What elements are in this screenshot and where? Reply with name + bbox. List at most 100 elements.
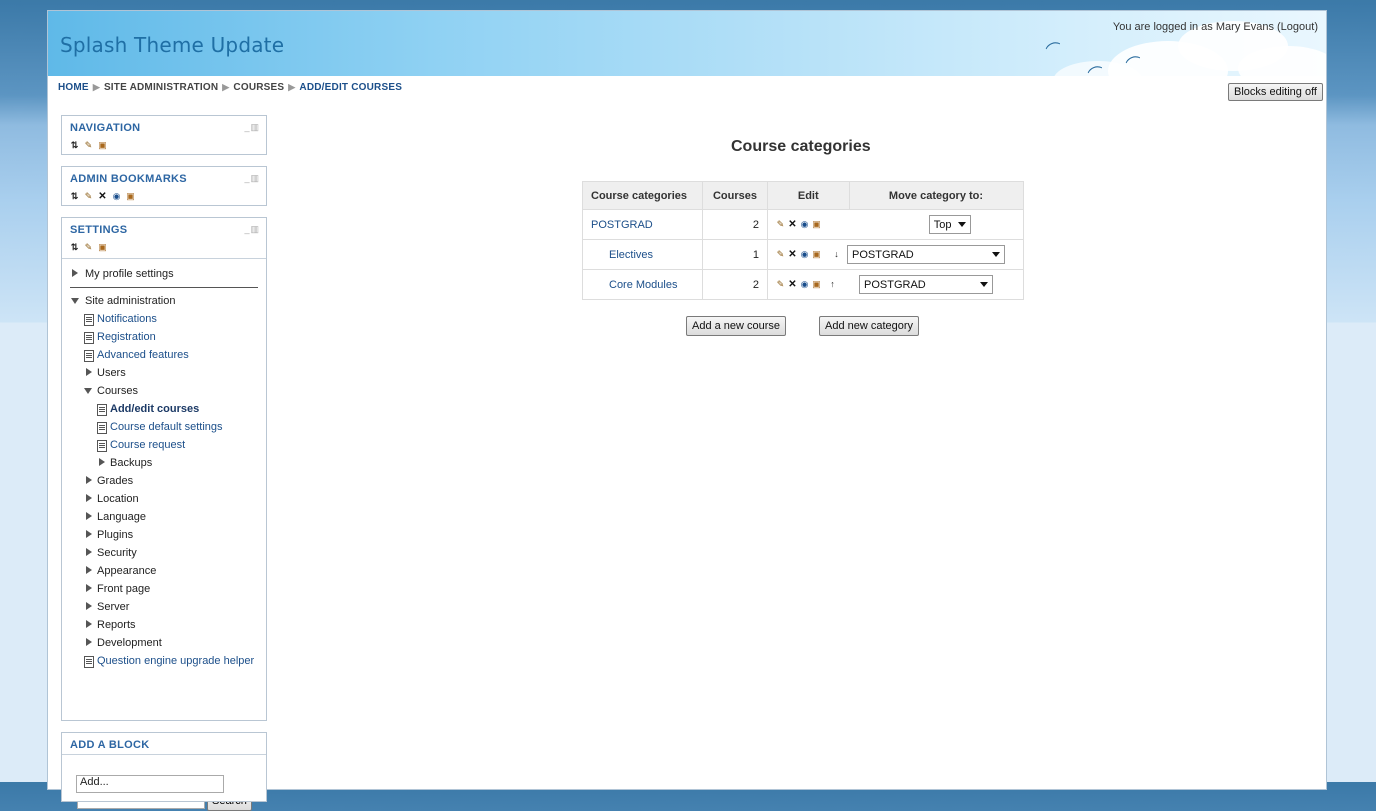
tree-item-site-administration[interactable]: Site administration <box>70 292 258 310</box>
assign-roles-icon[interactable]: ▣ <box>812 280 821 289</box>
delete-icon[interactable]: ✕ <box>788 220 797 230</box>
assign-roles-icon[interactable]: ▣ <box>812 250 821 259</box>
breadcrumb-site-administration[interactable]: SITE ADMINISTRATION <box>104 82 218 93</box>
edit-cell: ✎ ✕ ◉ ▣ <box>767 209 849 240</box>
tree-divider <box>70 287 258 288</box>
page-icon <box>97 422 107 434</box>
user-name-link[interactable]: Mary Evans <box>1216 21 1274 33</box>
tree-item-grades[interactable]: Grades <box>70 472 258 490</box>
tree-item-security[interactable]: Security <box>70 544 258 562</box>
move-down-icon[interactable]: ↓ <box>832 250 841 259</box>
move-icon[interactable]: ⇅ <box>70 191 79 201</box>
breadcrumb: HOME ▶ SITE ADMINISTRATION ▶ COURSES ▶ ADD/EDI… <box>58 82 402 93</box>
hide-icon[interactable]: ◉ <box>112 191 121 201</box>
navigation-block-controls: ⇅ ✎ ▣ <box>62 138 266 152</box>
column-header-courses: Courses <box>702 181 768 210</box>
edit-cell: ✎ ✕ ◉ ▣ ↓ <box>767 239 849 270</box>
breadcrumb-home[interactable]: HOME <box>58 82 89 93</box>
move-icon[interactable]: ⇅ <box>70 140 79 150</box>
page-icon <box>84 656 94 668</box>
move-icon[interactable]: ⇅ <box>70 242 79 252</box>
assign-roles-icon[interactable]: ▣ <box>98 140 107 150</box>
tree-item-question-engine[interactable]: Question engine upgrade helper <box>70 652 258 670</box>
add-new-course-button[interactable]: Add a new course <box>686 316 787 336</box>
tree-item-language[interactable]: Language <box>70 508 258 526</box>
site-title[interactable]: Splash Theme Update <box>60 33 284 57</box>
page-icon <box>84 332 94 344</box>
navigation-block-title: NAVIGATION <box>70 122 141 134</box>
assign-roles-icon[interactable]: ▣ <box>812 220 821 229</box>
course-categories-table: Course categories Courses Edit Move cate… <box>582 181 1024 300</box>
move-up-icon[interactable]: ↑ <box>828 280 837 289</box>
tree-item-registration[interactable]: Registration <box>70 328 258 346</box>
tree-item-users[interactable]: Users <box>70 364 258 382</box>
edit-icon[interactable]: ✎ <box>84 140 93 150</box>
category-link[interactable]: POSTGRAD <box>591 219 653 231</box>
delete-icon[interactable]: ✕ <box>788 280 797 290</box>
expand-arrow-icon <box>86 530 92 538</box>
dropdown-arrow-icon <box>980 282 988 287</box>
block-collapse-icon[interactable]: _▥ <box>244 224 260 235</box>
assign-roles-icon[interactable]: ▣ <box>98 242 107 252</box>
add-new-category-button[interactable]: Add new category <box>819 316 920 336</box>
category-link[interactable]: Core Modules <box>609 279 677 291</box>
expand-arrow-icon <box>86 368 92 376</box>
edit-cell: ✎ ✕ ◉ ▣ ↑ <box>767 269 849 300</box>
block-collapse-icon[interactable]: _▥ <box>244 122 260 133</box>
edit-icon[interactable]: ✎ <box>84 191 93 201</box>
tree-item-course-default-settings[interactable]: Course default settings <box>70 418 258 436</box>
tree-item-plugins[interactable]: Plugins <box>70 526 258 544</box>
tree-item-development[interactable]: Development <box>70 634 258 652</box>
tree-item-backups[interactable]: Backups <box>70 454 258 472</box>
edit-icon[interactable]: ✎ <box>776 250 785 259</box>
hide-icon[interactable]: ◉ <box>800 220 809 229</box>
breadcrumb-separator-icon: ▶ <box>288 82 296 92</box>
tree-item-course-request[interactable]: Course request <box>70 436 258 454</box>
tree-item-advanced-features[interactable]: Advanced features <box>70 346 258 364</box>
edit-icon[interactable]: ✎ <box>776 220 785 229</box>
expand-arrow-icon <box>72 269 78 277</box>
course-count: 2 <box>702 269 768 300</box>
expand-arrow-icon <box>86 548 92 556</box>
tree-item-reports[interactable]: Reports <box>70 616 258 634</box>
expand-arrow-icon <box>86 476 92 484</box>
dropdown-arrow-icon <box>992 252 1000 257</box>
edit-icon[interactable]: ✎ <box>776 280 785 289</box>
edit-icon[interactable]: ✎ <box>84 242 93 252</box>
add-block-select[interactable]: Add... <box>76 775 224 793</box>
move-category-select[interactable]: POSTGRAD <box>847 245 1005 264</box>
block-collapse-icon[interactable]: _▥ <box>244 173 260 184</box>
logout-link[interactable]: (Logout) <box>1277 21 1318 33</box>
tree-item-my-profile[interactable]: My profile settings <box>70 265 258 283</box>
tree-item-server[interactable]: Server <box>70 598 258 616</box>
assign-roles-icon[interactable]: ▣ <box>126 191 135 201</box>
move-cell: POSTGRAD <box>847 239 1024 270</box>
category-name-cell: Electives <box>582 239 703 270</box>
site-header: ⌒ ⌒ ⌒ Splash Theme Update You are logged… <box>48 11 1326 76</box>
table-row: Electives 1 ✎ ✕ ◉ ▣ ↓ POSTGRAD <box>582 239 1024 270</box>
tree-item-location[interactable]: Location <box>70 490 258 508</box>
breadcrumb-add-edit-courses[interactable]: ADD/EDIT COURSES <box>299 82 402 93</box>
tree-item-add-edit-courses[interactable]: Add/edit courses <box>70 400 258 418</box>
admin-bookmarks-block-controls: ⇅ ✎ ✕ ◉ ▣ <box>62 189 266 203</box>
admin-bookmarks-block: ADMIN BOOKMARKS _▥ ⇅ ✎ ✕ ◉ ▣ <box>61 166 267 206</box>
move-cell: POSTGRAD <box>849 269 1024 300</box>
delete-icon[interactable]: ✕ <box>98 191 107 201</box>
hide-icon[interactable]: ◉ <box>800 250 809 259</box>
move-category-select[interactable]: POSTGRAD <box>859 275 993 294</box>
tree-item-notifications[interactable]: Notifications <box>70 310 258 328</box>
tree-item-courses[interactable]: Courses <box>70 382 258 400</box>
move-category-select[interactable]: Top <box>928 215 971 234</box>
delete-icon[interactable]: ✕ <box>788 250 797 260</box>
page-icon <box>97 404 107 416</box>
hide-icon[interactable]: ◉ <box>800 280 809 289</box>
collapse-arrow-icon <box>71 298 79 304</box>
category-link[interactable]: Electives <box>609 249 653 261</box>
blocks-editing-off-button[interactable]: Blocks editing off <box>1228 83 1323 101</box>
tree-item-appearance[interactable]: Appearance <box>70 562 258 580</box>
settings-tree: My profile settings Site administration … <box>62 258 266 670</box>
breadcrumb-courses[interactable]: COURSES <box>233 82 284 93</box>
table-row: Core Modules 2 ✎ ✕ ◉ ▣ ↑ POSTGRAD <box>582 269 1024 300</box>
page-container: ⌒ ⌒ ⌒ Splash Theme Update You are logged… <box>47 10 1327 811</box>
tree-item-front-page[interactable]: Front page <box>70 580 258 598</box>
